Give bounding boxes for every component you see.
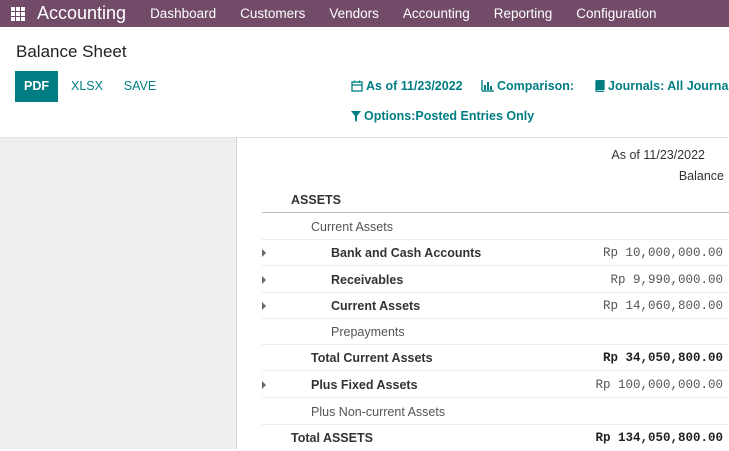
row-label: Current Assets <box>311 220 393 234</box>
row-label: Plus Non-current Assets <box>311 405 446 419</box>
row-label: Current Assets <box>331 299 421 313</box>
row-value: Rp 9,990,000.00 <box>610 273 723 287</box>
expand-caret-icon[interactable] <box>262 276 266 284</box>
account-row-bank-cash[interactable]: Bank and Cash Accounts Rp 10,000,000.00 <box>262 240 729 266</box>
column-header-balance: Balance <box>678 169 724 183</box>
journals-filter[interactable]: Journals: All Journals <box>594 79 729 93</box>
options-filter-label: Options: <box>364 109 416 123</box>
xlsx-button[interactable]: XLSX <box>62 71 112 102</box>
account-row-plus-fixed-assets[interactable]: Plus Fixed Assets Rp 100,000,000.00 <box>262 372 729 398</box>
pdf-button[interactable]: PDF <box>15 71 58 102</box>
account-row-plus-noncurrent-assets: Plus Non-current Assets <box>262 399 729 425</box>
total-row-assets: Total ASSETS Rp 134,050,800.00 <box>262 425 729 451</box>
top-navbar: Accounting Dashboard Customers Vendors A… <box>0 0 729 27</box>
row-label: Total ASSETS <box>291 431 373 445</box>
account-row-prepayments: Prepayments <box>262 319 729 345</box>
account-row-current-assets[interactable]: Current Assets Rp 14,060,800.00 <box>262 293 729 319</box>
menu-dashboard[interactable]: Dashboard <box>138 6 228 21</box>
menu-accounting[interactable]: Accounting <box>391 6 482 21</box>
menu-configuration[interactable]: Configuration <box>564 6 668 21</box>
comparison-filter[interactable]: Comparison: <box>481 79 574 93</box>
date-filter-label: As of 11/23/2022 <box>366 79 463 93</box>
group-row-current-assets: Current Assets <box>262 214 729 240</box>
save-button[interactable]: SAVE <box>117 71 163 102</box>
row-value: Rp 100,000,000.00 <box>595 378 723 392</box>
row-label: Bank and Cash Accounts <box>331 246 482 260</box>
column-header-date: As of 11/23/2022 <box>611 148 705 162</box>
menu-reporting[interactable]: Reporting <box>482 6 565 21</box>
account-row-receivables[interactable]: Receivables Rp 9,990,000.00 <box>262 267 729 293</box>
row-label: Total Current Assets <box>311 351 433 365</box>
section-row-assets: ASSETS <box>262 187 729 213</box>
filter-funnel-icon <box>351 110 361 122</box>
row-label: Plus Fixed Assets <box>311 378 418 392</box>
options-filter[interactable]: Options: Posted Entries Only <box>351 109 534 123</box>
book-icon <box>594 80 605 92</box>
bar-chart-icon <box>481 80 494 92</box>
row-value: Rp 14,060,800.00 <box>602 299 723 313</box>
options-filter-value: Posted Entries Only <box>415 109 535 123</box>
expand-caret-icon[interactable] <box>262 381 266 389</box>
row-value: Rp 134,050,800.00 <box>595 431 723 445</box>
left-empty-pane <box>0 138 237 449</box>
menu-vendors[interactable]: Vendors <box>317 6 391 21</box>
row-label: Receivables <box>331 273 404 287</box>
apps-grid-icon[interactable] <box>11 6 25 21</box>
app-brand[interactable]: Accounting <box>37 3 126 24</box>
comparison-filter-label: Comparison: <box>497 79 575 93</box>
calendar-icon <box>351 80 363 92</box>
row-value: Rp 34,050,800.00 <box>602 351 723 365</box>
control-panel: Balance Sheet PDF XLSX SAVE As of 11/23/… <box>0 27 729 138</box>
total-row-current-assets: Total Current Assets Rp 34,050,800.00 <box>262 345 729 371</box>
menu-customers[interactable]: Customers <box>228 6 317 21</box>
balance-sheet-report: As of 11/23/2022 Balance ASSETS Current … <box>238 138 729 449</box>
page-title: Balance Sheet <box>16 42 127 61</box>
journals-filter-label: Journals: All Journals <box>608 79 729 93</box>
date-filter[interactable]: As of 11/23/2022 <box>351 79 463 93</box>
expand-caret-icon[interactable] <box>262 249 266 257</box>
row-label: Prepayments <box>331 325 405 339</box>
row-value: Rp 10,000,000.00 <box>602 246 723 260</box>
row-label: ASSETS <box>291 193 342 207</box>
expand-caret-icon[interactable] <box>262 302 266 310</box>
